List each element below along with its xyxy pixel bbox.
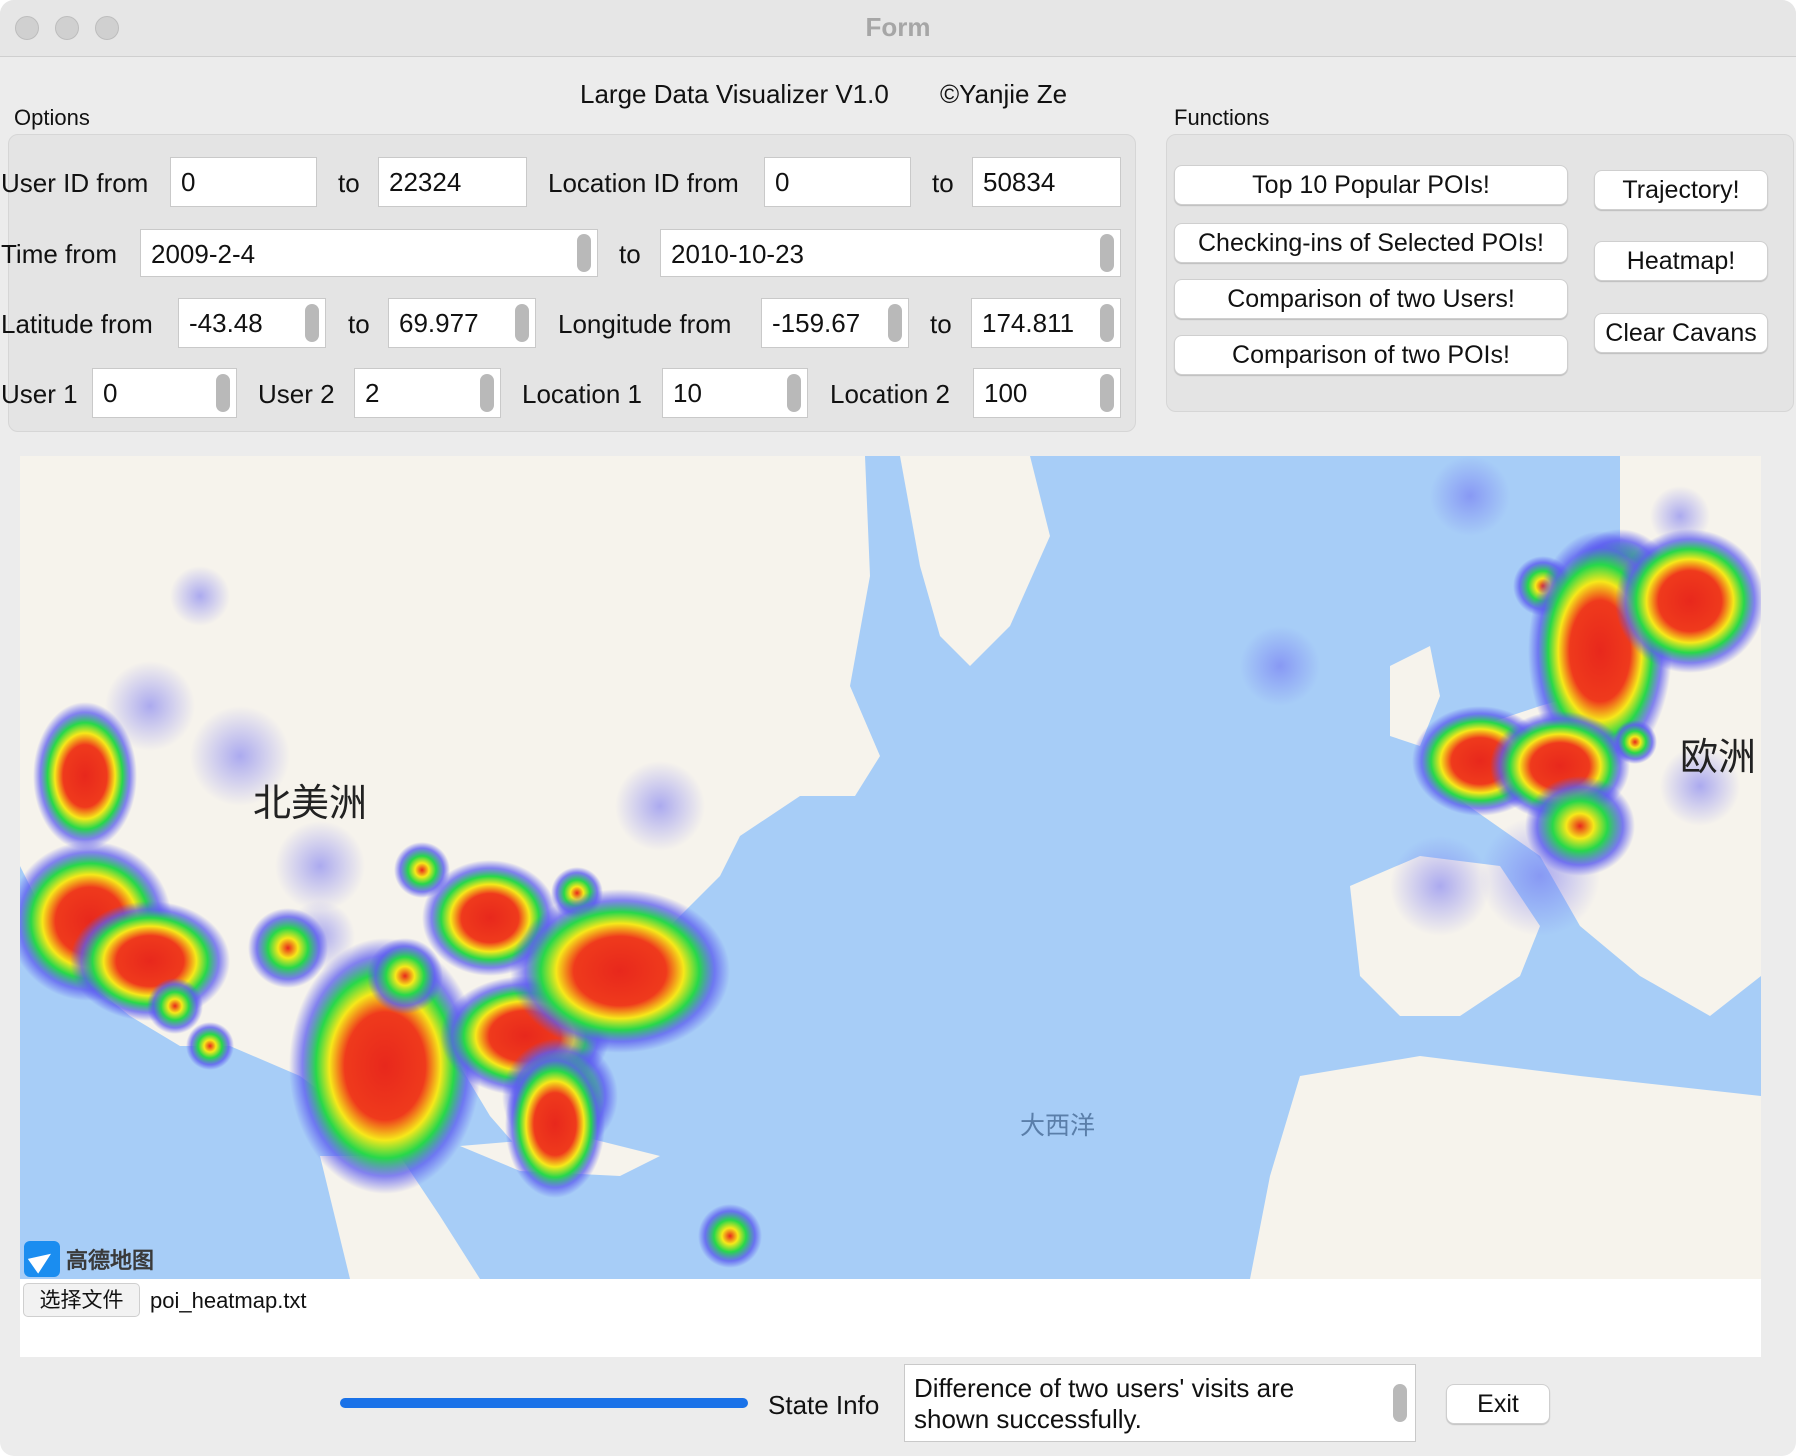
latitude-to-input[interactable]: 69.977 <box>388 298 536 348</box>
progress-bar <box>340 1398 748 1408</box>
longitude-from-value: -159.67 <box>772 308 861 338</box>
options-group-title: Options <box>14 105 90 130</box>
top10-popular-pois-button[interactable]: Top 10 Popular POIs! <box>1174 165 1568 205</box>
location-id-to-input[interactable]: 50834 <box>972 157 1121 207</box>
file-bar: 选择文件 poi_heatmap.txt <box>20 1279 1761 1357</box>
state-info-label: State Info <box>768 1390 880 1420</box>
location1-input[interactable]: 10 <box>662 368 808 418</box>
map-canvas[interactable] <box>20 456 1761 1279</box>
latitude-from-stepper[interactable] <box>305 304 319 342</box>
user2-stepper[interactable] <box>480 374 494 412</box>
user2-label: User 2 <box>258 379 335 409</box>
north-america-label: 北美洲 <box>253 781 368 825</box>
user2-value: 2 <box>365 378 380 408</box>
compare-users-button[interactable]: Comparison of two Users! <box>1174 279 1568 319</box>
time-to-input[interactable]: 2010-10-23 <box>660 229 1121 277</box>
europe-label: 欧洲 <box>1680 735 1757 779</box>
amap-logo-icon <box>24 1241 60 1277</box>
functions-group-title: Functions <box>1174 105 1270 130</box>
atlantic-label: 大西洋 <box>1020 1111 1096 1140</box>
location-id-from-label: Location ID from <box>548 168 739 198</box>
location1-value: 10 <box>673 378 702 408</box>
location2-value: 100 <box>984 378 1028 408</box>
longitude-from-label: Longitude from <box>558 309 732 339</box>
exit-button[interactable]: Exit <box>1446 1384 1550 1424</box>
location-id-from-input[interactable]: 0 <box>764 157 911 207</box>
heatmap-map[interactable]: 北美洲 欧洲 大西洋 高德地图 <box>20 456 1761 1279</box>
app-title: Large Data Visualizer V1.0 <box>580 79 889 109</box>
checkins-selected-pois-button[interactable]: Checking-ins of Selected POIs! <box>1174 223 1568 263</box>
longitude-to-input[interactable]: 174.811 <box>971 298 1121 348</box>
time-from-value: 2009-2-4 <box>151 239 256 269</box>
longitude-to-stepper[interactable] <box>1100 304 1114 342</box>
compare-pois-button[interactable]: Comparison of two POIs! <box>1174 335 1568 375</box>
user2-input[interactable]: 2 <box>354 368 501 418</box>
latitude-to-label: to <box>348 309 370 339</box>
user-id-to-label: to <box>338 168 360 198</box>
time-from-stepper[interactable] <box>577 234 591 272</box>
latitude-to-value: 69.977 <box>399 308 479 338</box>
time-to-value: 2010-10-23 <box>671 239 804 269</box>
amap-logo: 高德地图 <box>24 1241 154 1277</box>
user1-input[interactable]: 0 <box>92 368 237 418</box>
heatmap-button[interactable]: Heatmap! <box>1594 241 1768 281</box>
latitude-from-value: -43.48 <box>189 308 263 338</box>
latitude-from-label: Latitude from <box>1 309 153 339</box>
latitude-from-input[interactable]: -43.48 <box>178 298 326 348</box>
amap-provider-label: 高德地图 <box>66 1249 155 1274</box>
longitude-from-stepper[interactable] <box>888 304 902 342</box>
longitude-to-value: 174.811 <box>982 308 1075 338</box>
user-id-from-label: User ID from <box>1 168 149 198</box>
clear-canvas-button[interactable]: Clear Cavans <box>1594 313 1768 353</box>
location2-input[interactable]: 100 <box>973 368 1121 418</box>
user-id-to-input[interactable]: 22324 <box>378 157 527 207</box>
location1-stepper[interactable] <box>787 374 801 412</box>
user-id-from-input[interactable]: 0 <box>170 157 317 207</box>
location1-label: Location 1 <box>522 379 642 409</box>
time-from-input[interactable]: 2009-2-4 <box>140 229 598 277</box>
state-info-text: Difference of two users' visits are show… <box>914 1373 1295 1434</box>
window-title: Form <box>865 12 931 42</box>
state-info-textbox[interactable]: Difference of two users' visits are show… <box>904 1364 1416 1442</box>
longitude-from-input[interactable]: -159.67 <box>761 298 909 348</box>
location2-label: Location 2 <box>830 379 950 409</box>
longitude-to-label: to <box>930 309 952 339</box>
user1-stepper[interactable] <box>216 374 230 412</box>
title-bar: Form <box>0 0 1796 57</box>
time-to-stepper[interactable] <box>1100 234 1114 272</box>
file-name-label: poi_heatmap.txt <box>150 1288 307 1313</box>
latitude-to-stepper[interactable] <box>515 304 529 342</box>
choose-file-button[interactable]: 选择文件 <box>23 1283 140 1317</box>
time-from-label: Time from <box>1 239 118 269</box>
app-window: Form Large Data Visualizer V1.0 ©Yanjie … <box>0 0 1796 1456</box>
time-to-label: to <box>619 239 641 269</box>
trajectory-button[interactable]: Trajectory! <box>1594 170 1768 210</box>
state-info-scrollbar[interactable] <box>1393 1384 1407 1422</box>
user1-label: User 1 <box>1 379 78 409</box>
location2-stepper[interactable] <box>1100 374 1114 412</box>
copyright-label: ©Yanjie Ze <box>940 79 1068 109</box>
user1-value: 0 <box>103 378 118 408</box>
location-id-to-label: to <box>932 168 954 198</box>
